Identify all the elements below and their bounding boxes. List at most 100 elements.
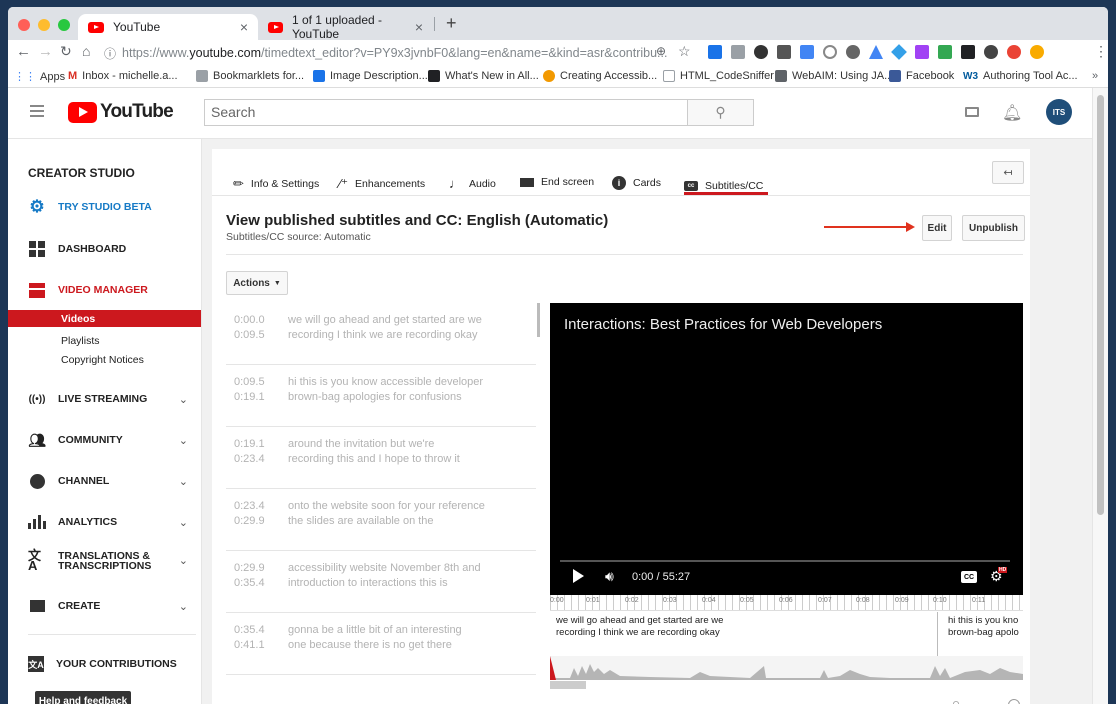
timeline-scroll-thumb[interactable] [550,681,586,689]
caption-row[interactable]: 0:19.1 0:23.4 around the invitation but we… [226,427,536,489]
extension-icon[interactable] [823,45,837,59]
sidebar-item-live-streaming[interactable]: ((•)) LIVE STREAMING ⌄ [28,391,194,407]
extension-icon[interactable] [869,45,883,59]
chevron-down-icon[interactable]: ⌄ [179,393,188,406]
page-scrollbar-thumb[interactable] [1097,95,1104,515]
help-feedback-button[interactable]: Help and feedback [35,691,131,704]
bookmark-whats-new[interactable]: What's New in All... [428,70,539,82]
youtube-logo[interactable]: YouTube [68,101,174,123]
bookmark-html-codesniffer[interactable]: HTML_CodeSniffer [663,70,774,82]
sidebar-item-analytics[interactable]: ANALYTICS ⌄ [28,514,194,530]
unpublish-button[interactable]: Unpublish [962,215,1025,241]
sidebar-sub-copyright-notices[interactable]: Copyright Notices [61,354,144,366]
tab-end-screen[interactable]: End screen [520,176,594,188]
sidebar-item-create[interactable]: CREATE ⌄ [28,598,194,614]
chevron-down-icon[interactable]: ⌄ [179,600,188,613]
home-icon[interactable]: ⌂ [82,43,90,59]
actions-dropdown[interactable]: Actions ▼ [226,271,288,295]
sidebar-item-dashboard[interactable]: DASHBOARD [28,241,194,257]
browser-tab-youtube[interactable]: YouTube × [78,14,258,40]
close-window-button[interactable] [18,19,30,31]
back-button[interactable]: ↤ [992,161,1024,184]
forward-arrow-icon[interactable]: → [38,43,53,60]
extension-icon[interactable] [938,45,952,59]
page-scrollbar[interactable] [1092,88,1108,704]
edit-button[interactable]: Edit [922,215,952,241]
bookmark-apps[interactable]: ⋮⋮ Apps [14,70,65,84]
browser-tab-uploaded[interactable]: 1 of 1 uploaded - YouTube × [258,13,433,41]
sidebar-item-your-contributions[interactable]: 文A YOUR CONTRIBUTIONS [28,656,194,672]
sidebar-item-try-studio-beta[interactable]: ⚙ TRY STUDIO BETA [28,197,194,216]
back-arrow-icon[interactable]: ← [16,43,31,60]
tab-info-settings[interactable]: ✏︎ Info & Settings [233,176,319,192]
sidebar-item-channel[interactable]: CHANNEL ⌄ [28,473,194,489]
sidebar-item-translations[interactable]: 文A TRANSLATIONS & TRANSCRIPTIONS ⌄ [28,549,194,572]
extension-icon[interactable] [777,45,791,59]
timeline-caption-block[interactable]: we will go ahead and get started are we r… [550,612,938,656]
bookmark-authoring-tool[interactable]: W3 Authoring Tool Ac... [963,70,1078,82]
tab-audio[interactable]: ♩ Audio [449,176,496,191]
video-player[interactable]: Interactions: Best Practices for Web Dev… [550,303,1023,595]
caption-list-scrollbar[interactable] [537,303,540,337]
timeline-caption-block[interactable]: hi this is you kno brown-bag apolo [944,612,1023,656]
bookmark-image-description[interactable]: Image Description... [313,70,428,82]
caption-row[interactable]: 0:35.4 0:41.1 gonna be a little bit of an … [226,613,536,675]
search-button[interactable]: ⚲ [688,99,754,126]
caption-row[interactable]: 0:09.5 0:19.1 hi this is you know accessib… [226,365,536,427]
zoom-icon[interactable]: ⊕ [656,44,666,58]
extension-icon[interactable] [984,45,998,59]
settings-gear-icon[interactable]: ⚙ HD [990,567,1008,585]
bookmark-bookmarklets[interactable]: Bookmarklets for... [196,70,304,82]
extension-icon[interactable] [846,45,860,59]
upload-video-icon[interactable] [965,107,979,117]
avatar[interactable]: ITS [1046,99,1072,125]
chevron-down-icon[interactable]: ⌄ [179,475,188,488]
extension-icon[interactable] [708,45,722,59]
minimize-window-button[interactable] [38,19,50,31]
profile-icon[interactable] [1030,45,1044,59]
caption-row[interactable]: 0:23.4 0:29.9 onto the website soon for yo… [226,489,536,551]
extension-icon[interactable] [731,45,745,59]
tab-cards[interactable]: i Cards [612,176,661,190]
sidebar-item-community[interactable]: 👥︎ COMMUNITY ⌄ [28,432,194,448]
play-icon[interactable] [573,569,584,583]
extension-icon[interactable] [800,45,814,59]
more-bookmarks-icon[interactable]: » [1092,70,1098,82]
bookmark-facebook[interactable]: Facebook [889,70,954,82]
new-tab-button[interactable]: + [446,13,457,34]
sidebar-sub-videos[interactable]: Videos [61,313,95,325]
bookmark-inbox[interactable]: M Inbox - michelle.a... [68,70,178,82]
cc-icon[interactable]: CC [961,571,977,583]
sidebar-sub-playlists[interactable]: Playlists [61,335,100,347]
reload-icon[interactable]: ↻ [60,43,72,60]
info-icon[interactable]: ⓘ [104,45,116,62]
editor-panel: ✏︎ Info & Settings ⁄⁺ Enhancements ♩ Audio … [212,149,1030,704]
chevron-down-icon[interactable]: ⌄ [179,556,188,567]
close-tab-icon[interactable]: × [415,19,423,35]
sidebar-item-video-manager[interactable]: VIDEO MANAGER [28,282,194,298]
caption-timeline[interactable]: 0:00 0:01 0:02 0:03 0:04 0:05 0:06 0:07 … [550,595,1023,693]
address-bar[interactable]: ⓘ https://www. youtube.com/timedtext_edit… [104,42,704,64]
extension-icon[interactable] [961,45,975,59]
chevron-down-icon[interactable]: ⌄ [179,434,188,447]
extension-icon[interactable] [915,45,929,59]
hamburger-menu-icon[interactable] [30,105,44,117]
tab-enhancements[interactable]: ⁄⁺ Enhancements [339,176,425,192]
notifications-bell-icon[interactable]: 🔔︎ [1002,103,1022,123]
zoom-window-button[interactable] [58,19,70,31]
video-progress-bar[interactable] [560,560,1010,562]
caption-row[interactable]: 0:00.0 0:09.5 we will go ahead and get sta… [226,303,536,365]
chevron-down-icon[interactable]: ⌄ [179,516,188,529]
bookmark-webaim[interactable]: WebAIM: Using JA... [775,70,893,82]
bookmark-star-icon[interactable]: ☆ [678,43,691,60]
extension-icon[interactable] [891,44,907,60]
extension-icon[interactable] [1007,45,1021,59]
more-menu-icon[interactable]: ⋮ [1094,43,1108,60]
search-input[interactable]: Search [204,99,688,126]
bookmark-creating-accessible[interactable]: Creating Accessib... [543,70,657,82]
extension-icon[interactable] [754,45,768,59]
volume-icon[interactable]: 🔊︎ [605,568,614,585]
caption-row[interactable]: 0:29.9 0:35.4 accessibility website Novemb… [226,551,536,613]
close-tab-icon[interactable]: × [240,19,248,35]
zoom-slider-handle[interactable] [1008,699,1020,704]
